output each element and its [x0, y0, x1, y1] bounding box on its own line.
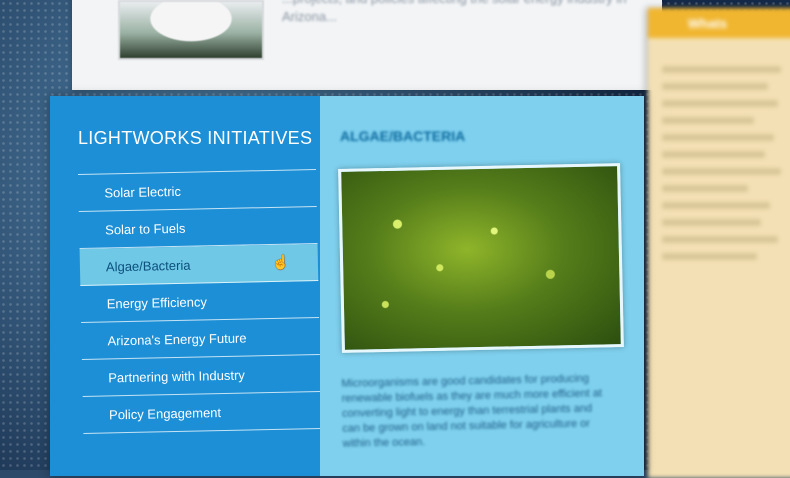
sidebar-nav: Solar Electric Solar to Fuels Algae/Bact…: [78, 169, 322, 434]
sidebar-item-label: Partnering with Industry: [108, 367, 245, 386]
sidebar-item-solar-electric[interactable]: Solar Electric: [78, 170, 317, 212]
sidebar-item-solar-to-fuels[interactable]: Solar to Fuels: [78, 207, 318, 249]
hand-cursor-icon: ☝: [271, 253, 290, 270]
sidebar-item-label: Solar Electric: [104, 183, 182, 201]
top-card-text: ...projects, and policies affecting the …: [282, 0, 626, 24]
right-side-panel: Whats: [648, 8, 790, 478]
content-area: ALGAE/BACTERIA Microorganisms are good c…: [320, 96, 644, 476]
sidebar-item-policy-engagement[interactable]: Policy Engagement: [82, 391, 322, 434]
sidebar-item-label: Solar to Fuels: [105, 220, 186, 238]
algae-image: [338, 163, 624, 353]
sidebar-item-label: Algae/Bacteria: [105, 257, 191, 275]
top-thumbnail-image: [118, 0, 264, 60]
content-body: Microorganisms are good candidates for p…: [341, 372, 603, 450]
sidebar-item-label: Arizona's Energy Future: [107, 330, 247, 349]
side-panel-header: Whats: [648, 8, 790, 38]
initiatives-panel: LIGHTWORKS INITIATIVES Solar Electric So…: [50, 96, 644, 476]
sidebar-title: LIGHTWORKS INITIATIVES: [78, 128, 313, 148]
sidebar-item-label: Policy Engagement: [108, 405, 222, 423]
content-title: ALGAE/BACTERIA: [340, 128, 466, 144]
sidebar-item-energy-efficiency[interactable]: Energy Efficiency: [80, 280, 320, 323]
sidebar-item-arizonas-energy-future[interactable]: Arizona's Energy Future: [81, 317, 320, 360]
sidebar-item-algae-bacteria[interactable]: Algae/Bacteria ☝: [79, 243, 319, 286]
top-card: ...projects, and policies affecting the …: [72, 0, 662, 90]
sidebar-item-partnering-with-industry[interactable]: Partnering with Industry: [81, 354, 321, 397]
sidebar-item-label: Energy Efficiency: [106, 294, 208, 312]
side-panel-text: [648, 38, 790, 288]
